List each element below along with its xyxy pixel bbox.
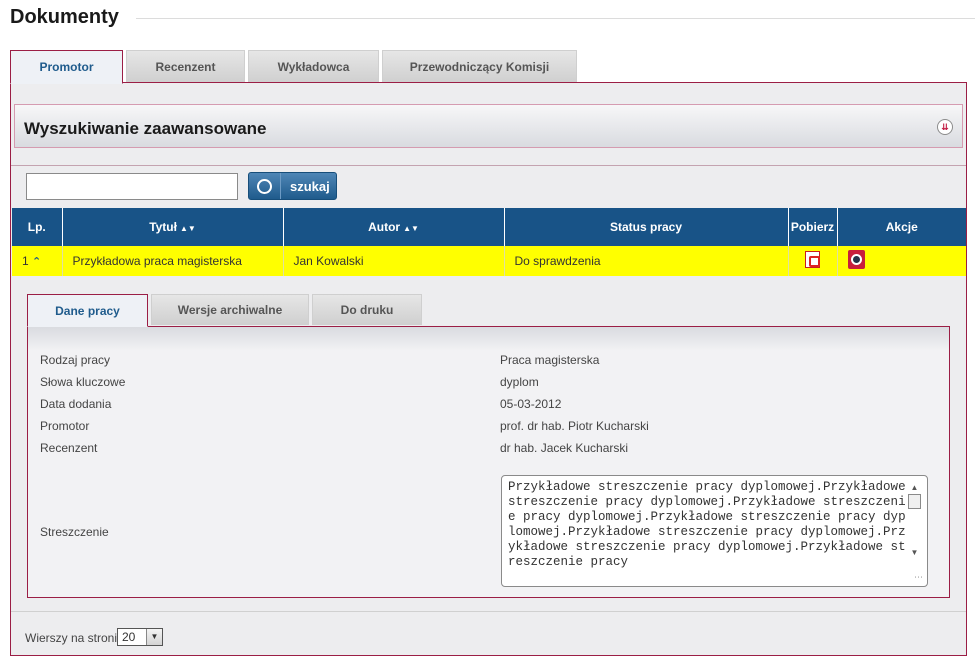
type-value: Praca magisterska bbox=[500, 353, 600, 367]
sort-icon: ▲▼ bbox=[403, 224, 419, 233]
detail-panel: Rodzaj pracy Praca magisterska Słowa klu… bbox=[27, 326, 950, 598]
cell-status: Do sprawdzenia bbox=[504, 246, 789, 276]
tab-promotor[interactable]: Promotor bbox=[10, 50, 123, 84]
col-download: Pobierz bbox=[788, 208, 838, 246]
reviewer-value: dr hab. Jacek Kucharski bbox=[500, 441, 629, 455]
tab-wersje-archiwalne[interactable]: Wersje archiwalne bbox=[151, 294, 309, 325]
advanced-search-header[interactable]: Wyszukiwanie zaawansowane ⇊ bbox=[14, 104, 963, 148]
cell-lp: 1 ⌃ bbox=[12, 246, 63, 276]
cell-download bbox=[788, 246, 838, 276]
abstract-textarea[interactable]: Przykładowe streszczenie pracy dyplomowe… bbox=[501, 475, 928, 587]
sort-icon: ▲▼ bbox=[179, 224, 196, 233]
keywords-label: Słowa kluczowe bbox=[40, 375, 126, 389]
pdf-icon[interactable] bbox=[805, 251, 820, 268]
resize-grip-icon[interactable]: ⋯ bbox=[914, 572, 923, 583]
view-details-icon[interactable] bbox=[847, 250, 865, 269]
tab-do-druku[interactable]: Do druku bbox=[312, 294, 422, 325]
table-row[interactable]: 1 ⌃ Przykładowa praca magisterska Jan Ko… bbox=[12, 246, 966, 276]
page-title: Dokumenty bbox=[10, 6, 119, 28]
main-tabs: Promotor Recenzent Wykładowca Przewodnic… bbox=[10, 50, 580, 84]
detail-tabs: Dane pracy Wersje archiwalne Do druku bbox=[27, 294, 425, 327]
abstract-label: Streszczenie bbox=[40, 525, 109, 539]
scrollbar[interactable]: ▲ ▼ bbox=[908, 482, 921, 562]
advanced-search-title: Wyszukiwanie zaawansowane bbox=[24, 119, 267, 138]
divider bbox=[11, 165, 966, 166]
chevron-down-icon[interactable]: ▼ bbox=[146, 629, 162, 645]
type-label: Rodzaj pracy bbox=[40, 353, 111, 367]
date-label: Data dodania bbox=[40, 397, 112, 411]
double-chevron-down-icon[interactable]: ⇊ bbox=[937, 119, 953, 135]
rows-per-page-select[interactable]: 20 ▼ bbox=[117, 628, 163, 646]
reviewer-label: Recenzent bbox=[40, 441, 98, 455]
search-button[interactable]: szukaj bbox=[248, 172, 337, 200]
main-panel: Wyszukiwanie zaawansowane ⇊ szukaj Lp. T… bbox=[10, 82, 967, 656]
rows-per-page-value: 20 bbox=[122, 630, 136, 644]
date-value: 05-03-2012 bbox=[500, 397, 562, 411]
col-lp: Lp. bbox=[12, 208, 63, 246]
supervisor-label: Promotor bbox=[40, 419, 90, 433]
title-divider bbox=[136, 18, 975, 19]
search-input[interactable] bbox=[26, 173, 238, 200]
search-button-label: szukaj bbox=[290, 178, 330, 194]
rows-per-page-label: Wierszy na stronie bbox=[25, 631, 124, 645]
cell-author: Jan Kowalski bbox=[283, 246, 505, 276]
cell-title: Przykładowa praca magisterska bbox=[62, 246, 284, 276]
col-actions: Akcje bbox=[837, 208, 966, 246]
tab-recenzent[interactable]: Recenzent bbox=[126, 50, 245, 83]
col-author[interactable]: Autor ▲▼ bbox=[283, 208, 505, 246]
supervisor-value: prof. dr hab. Piotr Kucharski bbox=[500, 419, 649, 433]
tab-przewodniczacy[interactable]: Przewodniczący Komisji bbox=[382, 50, 577, 83]
tab-dane-pracy[interactable]: Dane pracy bbox=[27, 294, 148, 327]
footer-divider bbox=[11, 611, 966, 612]
documents-table: Lp. Tytuł ▲▼ Autor ▲▼ Status pracy Pobierz… bbox=[12, 208, 966, 276]
keywords-value: dyplom bbox=[500, 375, 539, 389]
tab-wykladowca[interactable]: Wykładowca bbox=[248, 50, 379, 83]
cell-actions bbox=[837, 246, 966, 276]
scroll-up-icon[interactable]: ▲ bbox=[908, 482, 921, 493]
collapse-up-icon[interactable]: ⌃ bbox=[32, 256, 41, 268]
scroll-thumb[interactable] bbox=[908, 494, 921, 509]
search-icon bbox=[249, 173, 281, 199]
col-status: Status pracy bbox=[504, 208, 789, 246]
col-title[interactable]: Tytuł ▲▼ bbox=[62, 208, 284, 246]
abstract-text: Przykładowe streszczenie pracy dyplomowe… bbox=[508, 480, 906, 569]
scroll-down-icon[interactable]: ▼ bbox=[908, 547, 921, 558]
